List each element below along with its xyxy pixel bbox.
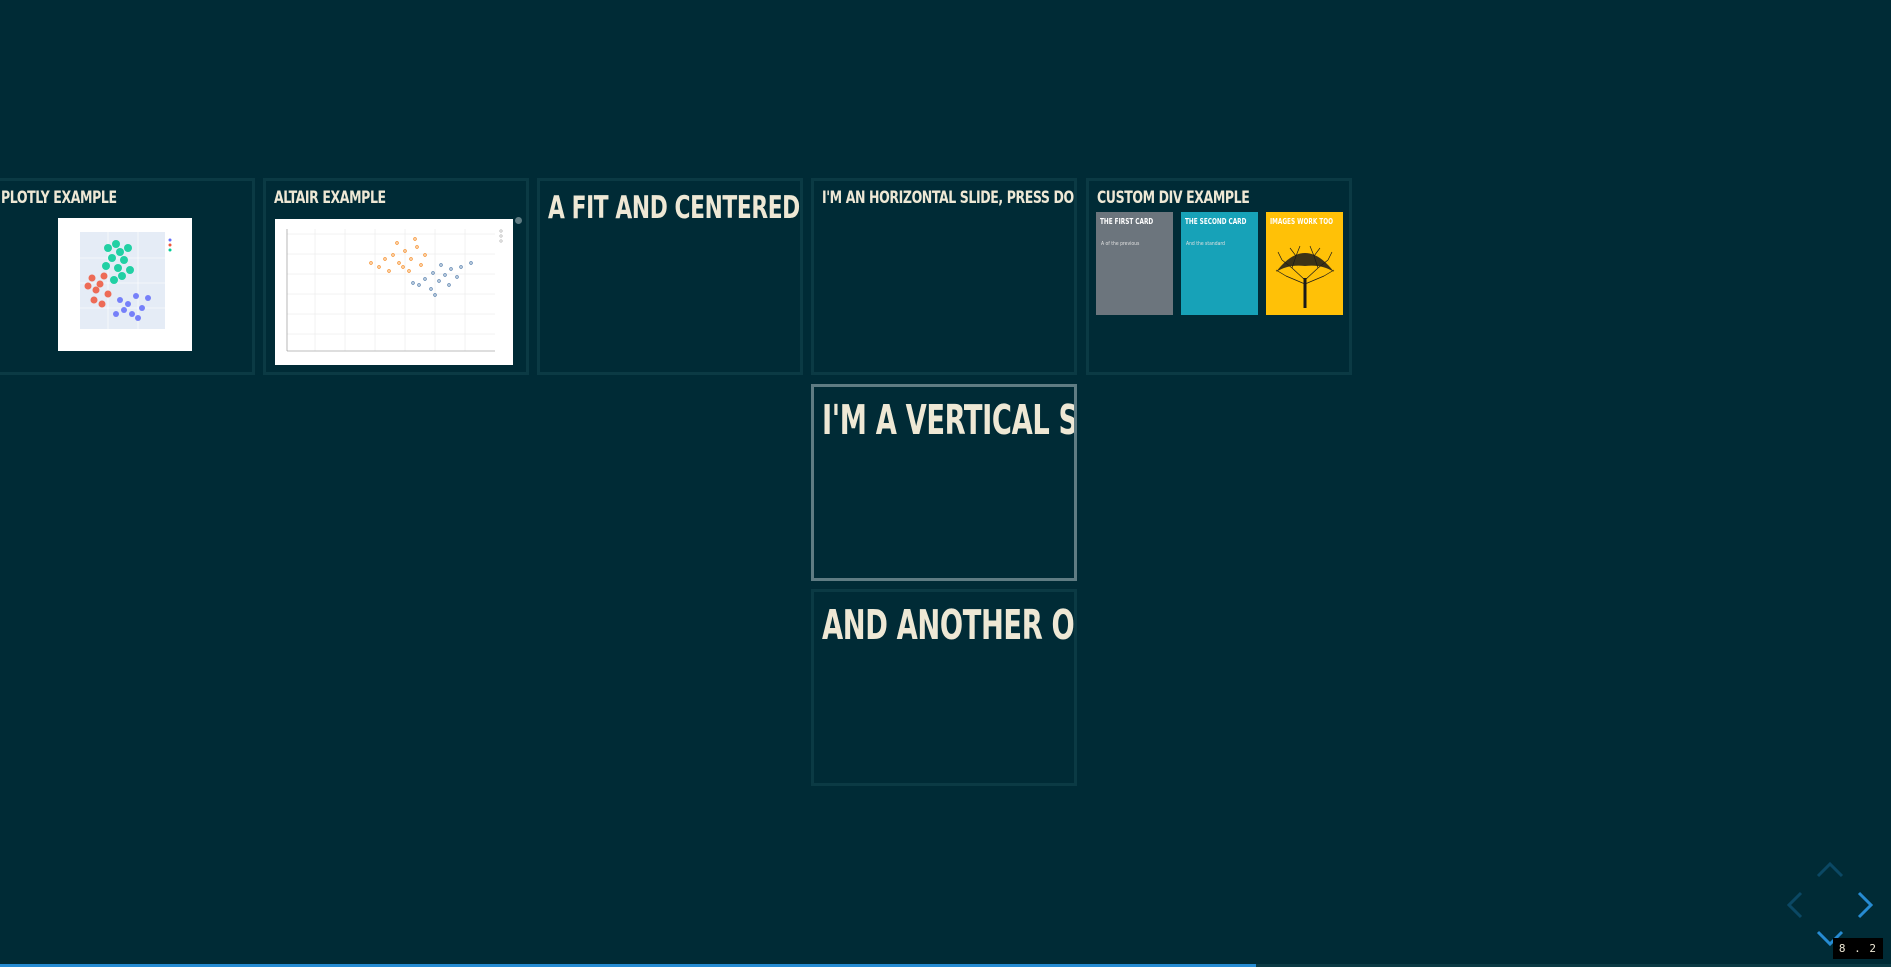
slide-plotly[interactable]: Plotly Example [0, 178, 255, 375]
slide-horizontal[interactable]: I'm an horizontal slide, press down [811, 178, 1077, 375]
tree-icon [1275, 245, 1335, 308]
navigation-controls [1785, 860, 1875, 950]
slide-vertical[interactable]: I'm a vertical slide [811, 384, 1077, 581]
slide-title: And another one [822, 601, 1075, 649]
slide-altair[interactable]: Altair Example [263, 178, 529, 375]
slide-fit-text[interactable]: A fit and centered text [537, 178, 803, 375]
slide-another[interactable]: And another one [811, 589, 1077, 786]
slide-custom-div[interactable]: Custom div example THE FIRST CARD A of t… [1086, 178, 1352, 375]
chevron-right-icon[interactable] [1857, 890, 1875, 920]
card-first: THE FIRST CARD A of the previous [1096, 212, 1173, 315]
card-second: THE SECOND CARD And the standard [1181, 212, 1258, 315]
plotly-chart-image [58, 218, 192, 351]
slide-title: Custom div example [1097, 188, 1250, 208]
card-title: IMAGES WORK TOO [1270, 217, 1333, 226]
chevron-up-icon[interactable] [1815, 860, 1845, 878]
slide-title: I'm an horizontal slide, press down [822, 188, 1077, 208]
slide-title: Plotly Example [1, 188, 117, 208]
card-text: A of the previous [1101, 241, 1140, 247]
slide-number: 8 . 2 [1832, 938, 1883, 959]
chevron-left-icon[interactable] [1785, 890, 1803, 920]
card-text: And the standard [1186, 241, 1225, 247]
card-title: THE FIRST CARD [1100, 217, 1154, 226]
card-title: THE SECOND CARD [1185, 217, 1247, 226]
card-images: IMAGES WORK TOO [1266, 212, 1343, 315]
slide-title: A fit and centered text [548, 190, 800, 226]
slide-title: I'm a vertical slide [822, 396, 1077, 444]
slide-title: Altair Example [274, 188, 386, 208]
chart-actions-icon[interactable] [515, 217, 522, 224]
altair-chart-image [275, 219, 513, 365]
